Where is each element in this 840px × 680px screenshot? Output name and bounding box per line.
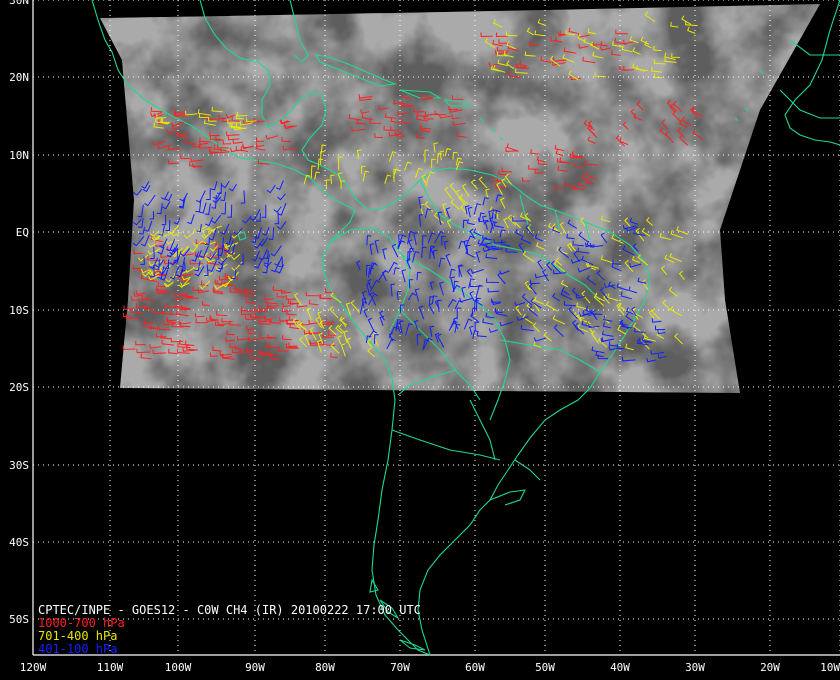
latitude-label: 40S: [9, 536, 29, 549]
latitude-labels: 30N 20N 10N EQ 10S 20S 30S 40S 50S: [9, 0, 29, 626]
latitude-label: 10S: [9, 304, 29, 317]
longitude-label: 40W: [610, 661, 630, 674]
latitude-label: 20S: [9, 381, 29, 394]
legend-item-high-level: 401-100 hPa: [38, 642, 118, 656]
longitude-label: 110W: [97, 661, 124, 674]
map-viewer: 30N 20N 10N EQ 10S 20S 30S 40S 50S 120W 110W 100W 9…: [0, 0, 840, 680]
longitude-label: 100W: [165, 661, 192, 674]
latitude-label: EQ: [16, 226, 29, 239]
longitude-label: 60W: [465, 661, 485, 674]
latitude-label: 30S: [9, 459, 29, 472]
latitude-label: 20N: [9, 71, 29, 84]
longitude-label: 120W: [20, 661, 47, 674]
longitude-labels: 120W 110W 100W 90W 80W 70W 60W 50W 40W 30W 20W 10W: [20, 661, 840, 674]
latitude-label: 50S: [9, 613, 29, 626]
latitude-label: 10N: [9, 149, 29, 162]
latitude-label: 30N: [9, 0, 29, 7]
longitude-label: 90W: [245, 661, 265, 674]
longitude-label: 80W: [315, 661, 335, 674]
longitude-label: 10W: [820, 661, 840, 674]
satellite-wind-map: 30N 20N 10N EQ 10S 20S 30S 40S 50S 120W 110W 100W 9…: [9, 0, 840, 674]
longitude-label: 70W: [390, 661, 410, 674]
longitude-label: 20W: [760, 661, 780, 674]
longitude-label: 50W: [535, 661, 555, 674]
longitude-label: 30W: [685, 661, 705, 674]
